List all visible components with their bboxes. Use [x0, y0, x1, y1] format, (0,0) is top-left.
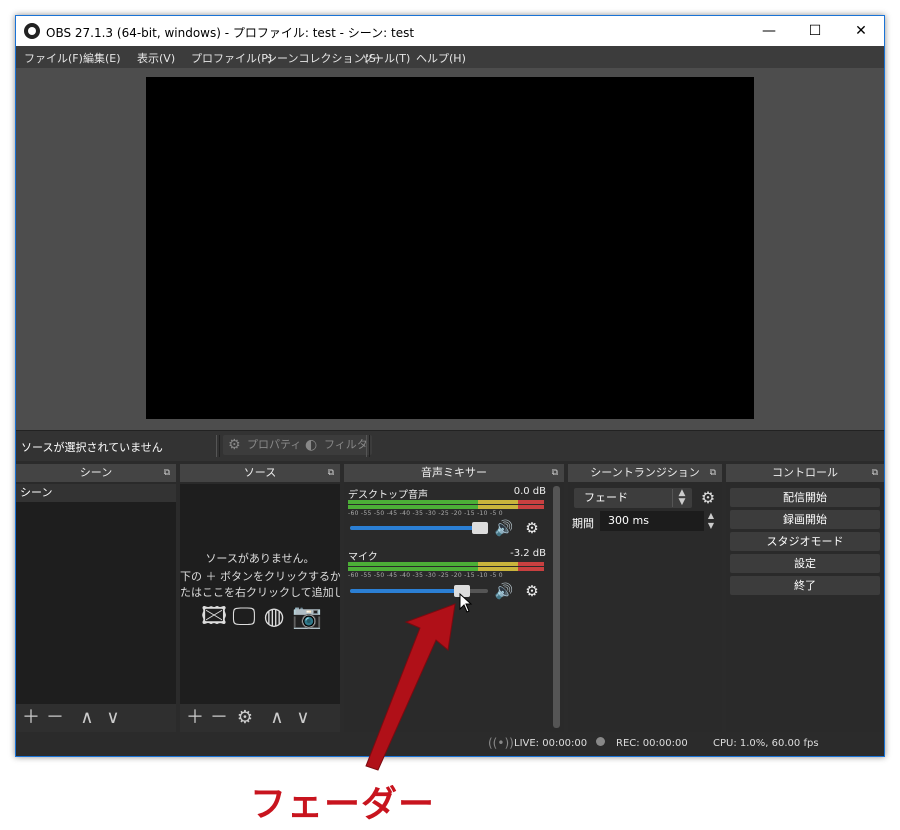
- mouse-cursor-icon: [459, 593, 473, 613]
- annotation-arrow: [365, 603, 456, 771]
- fader-annotation-label: フェーダー: [250, 784, 436, 825]
